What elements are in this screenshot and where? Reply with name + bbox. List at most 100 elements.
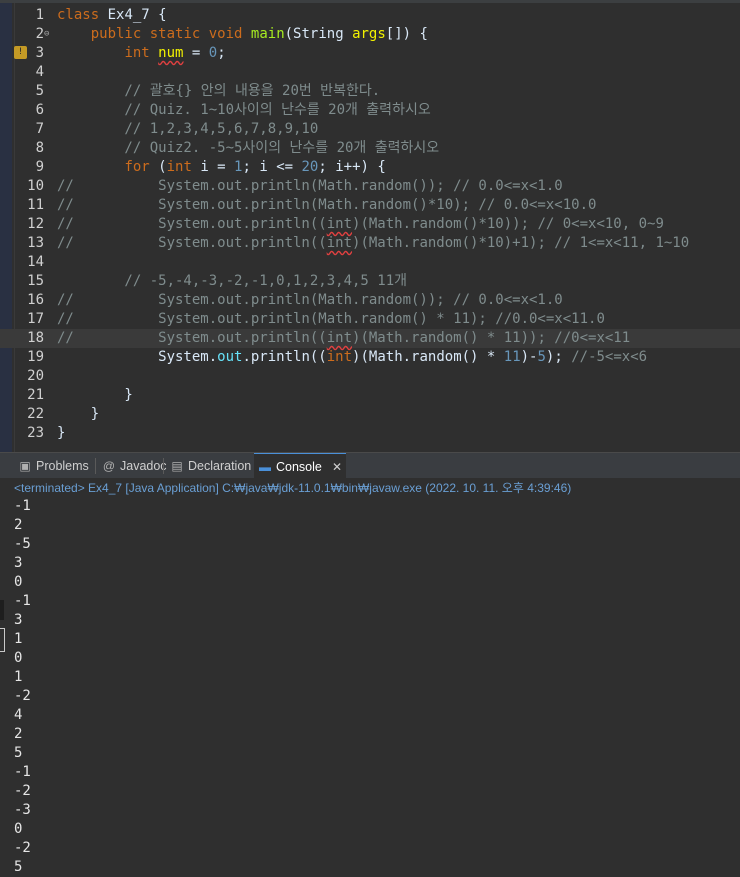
code-token: // System.out.println(Math.random()*10);… [57,197,597,213]
code-token: Ex4_7 { [99,7,167,23]
line-number: 8 [35,140,44,156]
code-token: // System.out.println(Math.random()); //… [57,292,563,308]
problems-icon: ▣ [19,459,31,473]
code-token: main [250,26,285,42]
code-token: 5 [537,349,546,365]
console-output-line: 2 [14,726,23,742]
editor-top-border [0,0,740,3]
code-token: )(Math.random()*10)); // 0<=x<10, 0~9 [352,216,664,232]
line-number: 7 [35,121,44,137]
line-number: 23 [27,425,44,441]
code-token: // 1,2,3,4,5,6,7,8,9,10 [57,121,319,137]
code-token: // System.out.println(( [57,216,327,232]
line-number: 2 [35,26,44,42]
code-line[interactable]: 2 ⊖ public static void main(String args[]… [0,25,740,44]
code-token: args [352,26,386,42]
code-text: // System.out.println((int)(Math.random(… [57,234,689,253]
code-editor[interactable]: 1 class Ex4_7 {2 ⊖ public static void main… [0,0,740,452]
fold-toggle-icon[interactable]: ⊖ [44,25,49,44]
code-token: ( [149,159,167,175]
tab-separator [95,458,96,474]
console-output-line: -1 [14,593,31,609]
tab-problems[interactable]: ▣ Problems [14,453,92,479]
code-text: // Quiz. 1~10사이의 난수를 20개 출력하시오 [57,101,430,120]
code-token: 20 [301,159,319,175]
side-panel-handle[interactable] [0,628,5,652]
tab-console[interactable]: ▬ Console ✕ [254,453,346,480]
code-token: int [166,159,192,175]
declaration-icon: ▤ [171,459,183,473]
code-line[interactable]: 3! int num = 0; [0,44,740,63]
line-number: 10 [27,178,44,194]
code-line[interactable]: 16 // System.out.println(Math.random()); … [0,291,740,310]
code-token: } [57,387,133,403]
line-number: 13 [27,235,44,251]
code-token: 0 [208,45,218,61]
code-line[interactable]: 18 // System.out.println((int)(Math.rando… [0,329,740,348]
console-output-line: -3 [14,802,31,818]
code-text: // System.out.println(Math.random()); //… [57,291,563,310]
console-output-line: -5 [14,536,31,552]
code-line[interactable]: 4 [0,63,740,82]
code-token: ; i++) { [318,159,386,175]
code-token: //-5<=x<6 [571,349,648,365]
console-output-line: 3 [14,612,23,628]
code-line[interactable]: 8 // Quiz2. -5~5사이의 난수를 20개 출력하시오 [0,139,740,158]
code-token: ; i <= [242,159,302,175]
console-output-line: 0 [14,574,23,590]
line-number: 6 [35,102,44,118]
code-token: (String [284,26,353,42]
console-view[interactable]: <terminated> Ex4_7 [Java Application] C:… [0,478,740,876]
code-token: )(Math.random()*10)+1); // 1<=x<11, 1~10 [352,235,690,251]
code-line[interactable]: 7 // 1,2,3,4,5,6,7,8,9,10 [0,120,740,139]
line-number: 14 [27,254,44,270]
code-text: } [57,386,133,405]
code-text: // -5,-4,-3,-2,-1,0,1,2,3,4,5 11개 [57,272,407,291]
code-line[interactable]: 17 // System.out.println(Math.random() * … [0,310,740,329]
tab-label: Declaration [188,459,252,473]
code-token: )(Math.random() * 11)); //0<=x<11 [352,330,631,346]
code-line[interactable]: 15 // -5,-4,-3,-2,-1,0,1,2,3,4,5 11개 [0,272,740,291]
line-number: 22 [27,406,44,422]
code-line[interactable]: 13 // System.out.println((int)(Math.rando… [0,234,740,253]
close-icon[interactable]: ✕ [332,454,342,480]
code-token: // Quiz2. -5~5사이의 난수를 20개 출력하시오 [57,140,440,156]
console-output[interactable]: -1 2 -5 3 0 -1 3 1 0 1 -2 4 2 5 -1 -2 -3 0 -2 5 [14,497,31,877]
code-line[interactable]: 22 } [0,405,740,424]
code-token: ); [545,349,572,365]
code-token: num [158,45,184,61]
code-token: int [326,330,353,346]
console-output-line: 1 [14,631,23,647]
code-token: // System.out.println(( [57,330,327,346]
line-number: 5 [35,83,44,99]
code-line[interactable]: 20 [0,367,740,386]
code-line[interactable]: 14 [0,253,740,272]
code-line[interactable]: 1 class Ex4_7 { [0,6,740,25]
code-line[interactable]: 21 } [0,386,740,405]
tab-declaration[interactable]: ▤ Declaration [166,453,252,479]
line-number: 20 [27,368,44,384]
code-token: // System.out.println(Math.random()); //… [57,178,563,194]
code-text: for (int i = 1; i <= 20; i++) { [57,158,386,177]
code-line[interactable]: 12 // System.out.println((int)(Math.rando… [0,215,740,234]
tab-javadoc[interactable]: @ Javadoc [98,453,167,479]
console-output-line: 5 [14,859,23,875]
code-text: // System.out.println(Math.random()); //… [57,177,563,196]
code-line[interactable]: 10 // System.out.println(Math.random()); … [0,177,740,196]
code-line[interactable]: 19 System.out.println((int)(Math.random(… [0,348,740,367]
code-token: []) { [385,26,428,42]
line-number: 19 [27,349,44,365]
code-text: } [57,405,99,424]
warning-marker-icon[interactable]: ! [14,46,27,59]
code-line[interactable]: 9 for (int i = 1; i <= 20; i++) { [0,158,740,177]
code-text: // 1,2,3,4,5,6,7,8,9,10 [57,120,318,139]
code-token: } [57,425,66,441]
code-line[interactable]: 6 // Quiz. 1~10사이의 난수를 20개 출력하시오 [0,101,740,120]
code-line[interactable]: 11 // System.out.println(Math.random()*10… [0,196,740,215]
code-line[interactable]: 23} [0,424,740,443]
code-line[interactable]: 5 // 괄호{} 안의 내용을 20번 반복한다. [0,82,740,101]
line-number: 15 [27,273,44,289]
